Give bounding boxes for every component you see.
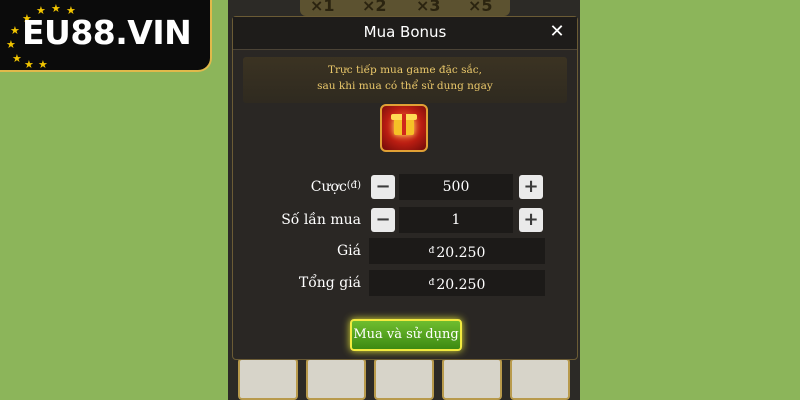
logo-text: EU88.VIN xyxy=(22,13,192,52)
star-icon: ★ xyxy=(38,58,48,71)
background-right xyxy=(580,0,800,400)
total-price-label: Tổng giá xyxy=(298,275,361,291)
notice-line: sau khi mua có thể sử dụng ngay xyxy=(317,80,493,92)
notice-banner: Trực tiếp mua game đặc sắc, sau khi mua … xyxy=(243,57,567,103)
buy-bonus-dialog: Mua Bonus ✕ Trực tiếp mua game đặc sắc, … xyxy=(232,16,578,360)
dialog-header: Mua Bonus ✕ xyxy=(233,17,577,50)
star-icon: ★ xyxy=(6,38,16,51)
bet-label: Cược(đ) xyxy=(310,179,361,195)
multiplier-strip: ×1 ×2 ×3 ×5 xyxy=(300,0,510,16)
brand-logo: ★ ★ ★ ★ ★ ★ ★ ★ ★ EU88.VIN xyxy=(0,0,212,72)
gift-box-icon xyxy=(380,104,428,152)
multiplier-label: ×5 xyxy=(468,0,493,15)
count-minus-button[interactable]: − xyxy=(371,208,395,232)
total-price-value: đ 20.250 xyxy=(369,270,545,296)
game-card xyxy=(306,358,366,400)
currency-symbol: đ xyxy=(428,278,435,288)
star-icon: ★ xyxy=(24,58,34,71)
currency-symbol: đ xyxy=(428,246,435,256)
game-card xyxy=(442,358,502,400)
bet-plus-button[interactable]: + xyxy=(519,175,543,199)
bet-value: 500 xyxy=(399,174,513,200)
star-icon: ★ xyxy=(12,52,22,65)
price-label: Giá xyxy=(336,243,361,259)
game-card xyxy=(510,358,570,400)
buy-and-use-button[interactable]: Mua và sử dụng xyxy=(350,319,462,351)
multiplier-label: ×3 xyxy=(416,0,441,15)
close-icon[interactable]: ✕ xyxy=(547,21,567,43)
multiplier-label: ×1 xyxy=(310,0,335,15)
count-plus-button[interactable]: + xyxy=(519,208,543,232)
star-icon: ★ xyxy=(10,24,20,37)
purchase-count-label: Số lần mua xyxy=(281,212,361,228)
bet-minus-button[interactable]: − xyxy=(371,175,395,199)
dialog-title: Mua Bonus xyxy=(363,23,447,41)
multiplier-label: ×2 xyxy=(362,0,387,15)
notice-line: Trực tiếp mua game đặc sắc, xyxy=(328,64,482,76)
price-value: đ 20.250 xyxy=(369,238,545,264)
game-card xyxy=(374,358,434,400)
purchase-count-value: 1 xyxy=(399,207,513,233)
game-card xyxy=(238,358,298,400)
